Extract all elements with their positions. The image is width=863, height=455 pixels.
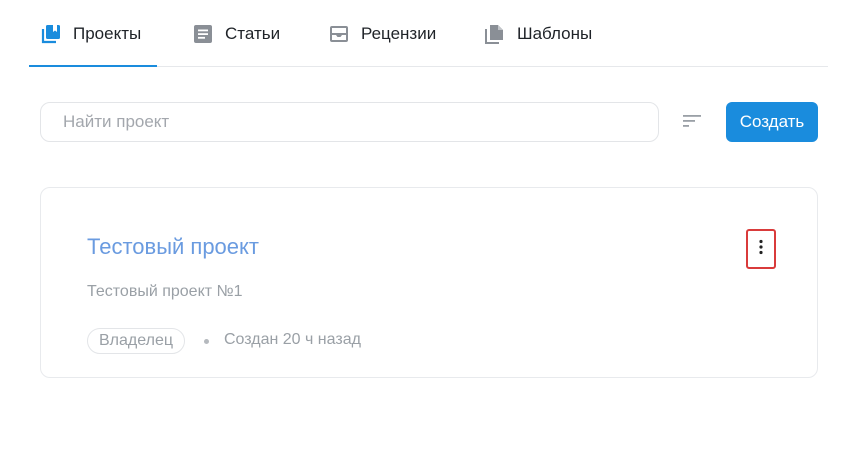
templates-icon — [485, 24, 505, 44]
project-menu-button[interactable] — [746, 229, 776, 269]
tab-templates[interactable]: Шаблоны — [485, 0, 592, 67]
projects-icon — [41, 24, 61, 44]
tab-projects[interactable]: Проекты — [41, 0, 141, 67]
tab-reviews[interactable]: Рецензии — [329, 0, 436, 67]
separator-dot — [204, 339, 209, 344]
tab-reviews-label: Рецензии — [361, 23, 437, 43]
tab-articles[interactable]: Статьи — [193, 0, 280, 67]
more-vertical-icon — [759, 239, 763, 260]
tab-bar: Проекты Статьи Рецензии Шаблоны — [29, 0, 828, 67]
sort-icon — [682, 113, 702, 134]
reviews-icon — [329, 24, 349, 44]
project-title-link[interactable]: Тестовый проект — [87, 234, 259, 260]
create-button[interactable]: Создать — [726, 102, 818, 142]
sort-button[interactable] — [679, 110, 705, 136]
tab-templates-label: Шаблоны — [517, 23, 593, 43]
created-timestamp: Создан 20 ч назад — [224, 331, 361, 348]
project-description: Тестовый проект №1 — [87, 283, 243, 300]
tab-projects-label: Проекты — [73, 23, 142, 43]
role-badge: Владелец — [87, 328, 186, 354]
search-input[interactable] — [40, 102, 659, 142]
active-tab-indicator — [29, 65, 157, 67]
tab-articles-label: Статьи — [225, 23, 281, 43]
articles-icon — [193, 24, 213, 44]
project-card: Тестовый проект Тестовый проект №1 Владе… — [40, 187, 818, 378]
